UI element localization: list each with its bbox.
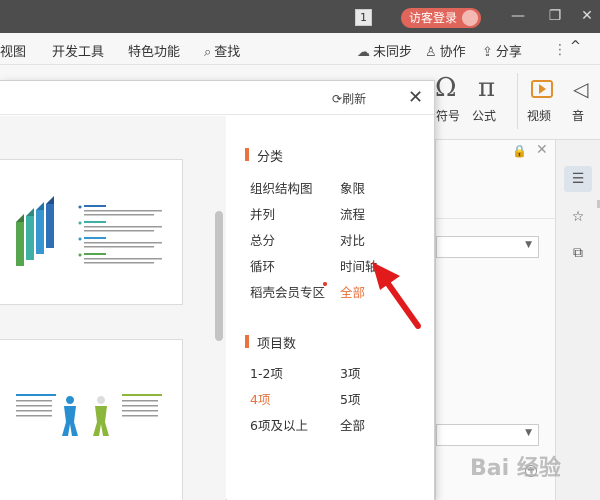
baidu-watermark: Bai 经验 [470, 456, 561, 481]
refresh-button[interactable]: ⟳刷新 [332, 90, 366, 107]
collaborate-icon: ♙ [425, 45, 437, 60]
count-1-2[interactable]: 1-2项 [250, 363, 283, 382]
menu-collaborate[interactable]: ♙ 协作 [425, 41, 466, 60]
chevron-down-icon: ▼ [525, 428, 532, 438]
menu-bar: 视图 开发工具 特色功能 ⌕ 查找 ☁ 未同步 ♙ 协作 ⇪ 分享 ⋮ ^ [0, 33, 600, 65]
collapse-ribbon-icon[interactable]: ^ [570, 39, 581, 54]
category-parallel[interactable]: 并列 [250, 204, 275, 223]
task-pane-dropdown-1[interactable]: ▼ [436, 236, 539, 258]
lock-icon[interactable]: 🔒 [512, 144, 527, 158]
share-icon: ⇪ [482, 45, 493, 60]
task-pane-header: 🔒 ✕ [436, 140, 556, 166]
menu-unsynced-label: 未同步 [373, 45, 413, 60]
annotation-arrow [372, 262, 421, 329]
refresh-icon: ⟳ [332, 92, 343, 106]
symbol-icon[interactable]: Ω [435, 73, 457, 103]
category-comparison[interactable]: 对比 [340, 230, 365, 249]
template-thumbnail [16, 196, 162, 266]
window-count-badge[interactable]: 1 [355, 9, 372, 26]
category-org-chart[interactable]: 组织结构图 [250, 178, 313, 197]
restore-button[interactable]: ❐ [545, 6, 565, 26]
task-pane-dropdown-2[interactable]: ▼ [436, 424, 539, 446]
count-5[interactable]: 5项 [340, 389, 360, 408]
audio-label[interactable]: 音 [572, 107, 584, 124]
category-section-title: 分类 [245, 146, 283, 165]
count-3[interactable]: 3项 [340, 363, 360, 382]
cloud-sync-icon: ☁ [357, 45, 370, 60]
count-4[interactable]: 4项 [250, 389, 270, 408]
count-6-plus[interactable]: 6项及以上 [250, 415, 308, 434]
side-rail: ☰ ☆ ⧉ [555, 140, 600, 500]
title-bar: 1 访客登录 — ❐ ✕ [0, 0, 600, 33]
chevron-down-icon: ▼ [525, 240, 532, 250]
menu-find[interactable]: ⌕ 查找 [204, 41, 240, 60]
switch-slide-icon[interactable]: ⧉ [564, 240, 592, 266]
ribbon-divider [517, 73, 518, 129]
guest-login-label: 访客登录 [409, 11, 458, 25]
audio-icon[interactable]: ◁ [573, 77, 588, 101]
menu-share[interactable]: ⇪ 分享 [482, 41, 522, 60]
close-window-button[interactable]: ✕ [577, 6, 597, 26]
task-pane-close-icon[interactable]: ✕ [536, 142, 548, 158]
category-cycle[interactable]: 循环 [250, 256, 275, 275]
menu-special-features[interactable]: 特色功能 [128, 41, 180, 60]
count-all[interactable]: 全部 [340, 415, 365, 434]
refresh-label: 刷新 [342, 92, 367, 106]
more-menu-icon[interactable]: ⋮ [553, 42, 567, 58]
symbol-label[interactable]: 符号 [436, 107, 460, 124]
dialog-close-button[interactable]: ✕ [408, 87, 423, 108]
new-badge-dot [323, 282, 327, 286]
category-all[interactable]: 全部 [340, 282, 365, 301]
properties-icon[interactable]: ☰ [564, 166, 592, 192]
menu-unsynced[interactable]: ☁ 未同步 [357, 41, 412, 60]
animation-icon[interactable]: ☆ [564, 204, 592, 230]
preview-scrollbar[interactable] [215, 211, 223, 341]
search-icon: ⌕ [204, 45, 212, 60]
formula-icon[interactable]: π [478, 73, 495, 103]
guest-login-button[interactable]: 访客登录 [401, 8, 481, 28]
template-card[interactable] [0, 339, 183, 500]
category-hierarchy[interactable]: 总分 [250, 230, 275, 249]
category-quadrant[interactable]: 象限 [340, 178, 365, 197]
template-card[interactable] [0, 159, 183, 305]
menu-view[interactable]: 视图 [0, 41, 26, 60]
minimize-button[interactable]: — [508, 6, 528, 26]
task-pane: 🔒 ✕ ▼ ▼ + [435, 140, 556, 500]
video-icon[interactable] [531, 80, 553, 98]
count-section-title: 项目数 [245, 333, 296, 352]
category-docer-member[interactable]: 稻壳会员专区 [250, 282, 325, 301]
task-pane-divider [436, 218, 556, 219]
menu-share-label: 分享 [495, 45, 522, 60]
template-thumbnail [16, 394, 162, 436]
menu-find-label: 查找 [214, 45, 241, 60]
video-label[interactable]: 视频 [527, 107, 551, 124]
menu-collaborate-label: 协作 [439, 45, 466, 60]
menu-developer-tools[interactable]: 开发工具 [52, 41, 104, 60]
avatar-icon [462, 10, 478, 26]
template-preview-list[interactable] [0, 116, 226, 500]
dialog-header: ⟳刷新 ✕ [0, 81, 434, 115]
formula-label[interactable]: 公式 [472, 107, 496, 124]
category-process[interactable]: 流程 [340, 204, 365, 223]
